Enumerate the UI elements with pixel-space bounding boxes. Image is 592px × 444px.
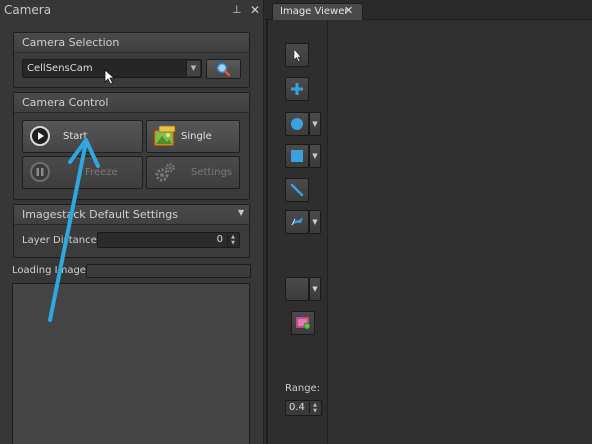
ellipse-tool-dropdown[interactable]: ▼ xyxy=(309,112,321,136)
range-input[interactable]: 0.4 ▲ ▼ xyxy=(285,400,322,416)
brush-icon xyxy=(291,217,303,226)
color-picker-icon xyxy=(296,317,311,330)
ellipse-tool-button[interactable] xyxy=(285,112,309,136)
line-icon xyxy=(290,183,304,197)
brush-tool-button[interactable] xyxy=(285,210,309,234)
rectangle-tool-button[interactable] xyxy=(285,144,309,168)
range-value: 0.4 xyxy=(289,402,305,413)
range-label: Range: xyxy=(285,383,321,394)
rectangle-tool-dropdown[interactable]: ▼ xyxy=(309,144,321,168)
annotation-arrow-icon xyxy=(48,138,100,322)
ellipse-icon xyxy=(291,118,303,130)
rectangle-icon xyxy=(291,150,303,162)
blank-tool-dropdown[interactable]: ▼ xyxy=(309,277,321,301)
color-picker-tool-button[interactable] xyxy=(291,311,315,335)
panel-divider[interactable] xyxy=(266,20,268,444)
tab-close-icon[interactable]: ✕ xyxy=(344,4,353,17)
line-tool-button[interactable] xyxy=(285,178,309,202)
select-tool-button[interactable] xyxy=(285,43,309,67)
add-point-tool-button[interactable] xyxy=(285,77,309,101)
add-crosshair-icon xyxy=(291,83,303,95)
blank-tool-button[interactable] xyxy=(285,277,309,301)
brush-tool-dropdown[interactable]: ▼ xyxy=(309,210,321,234)
select-arrow-icon xyxy=(293,48,302,62)
spinner-arrows-icon[interactable]: ▲ ▼ xyxy=(309,402,320,414)
